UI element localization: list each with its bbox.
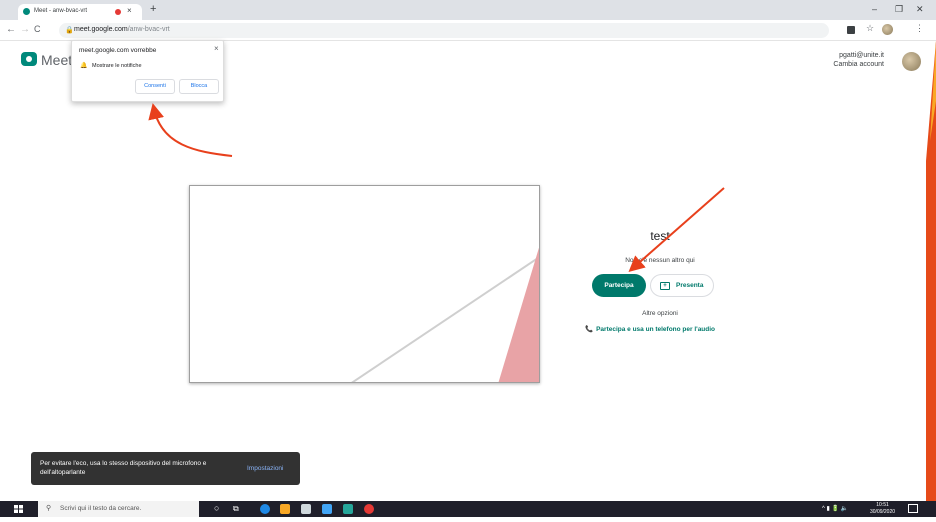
clock-time: 10:51 [876, 502, 889, 508]
bell-icon: 🔔 [80, 63, 88, 69]
browser-toolbar: ← → C 🔒 meet.google.com/anw-bvac-vrt ☆ ⋮ [0, 20, 936, 41]
forward-button[interactable]: → [20, 24, 30, 35]
snackbar-text: Per evitare l'eco, usa lo stesso disposi… [40, 460, 207, 476]
present-label: Presenta [676, 282, 704, 289]
search-icon: ⚲ [46, 505, 52, 512]
close-window-button[interactable]: ✕ [916, 4, 924, 15]
meet-brand: Meet [41, 52, 73, 68]
popup-close-icon[interactable]: × [214, 44, 219, 53]
tab-close-icon[interactable]: × [127, 6, 132, 15]
phone-icon: 📞 [585, 326, 594, 333]
popup-title: meet.google.com vorrebbe [79, 47, 157, 54]
new-tab-button[interactable]: + [150, 3, 156, 15]
allow-button[interactable]: Consenti [135, 79, 175, 94]
file-explorer-icon[interactable] [280, 504, 290, 514]
menu-icon[interactable]: ⋮ [915, 23, 924, 34]
cortana-icon[interactable]: ○ [214, 503, 219, 513]
url-text: meet.google.com/anw-bvac-vrt [74, 26, 170, 33]
star-icon[interactable]: ☆ [866, 23, 874, 34]
more-options-label: Altre opzioni [642, 310, 678, 317]
notification-permission-popup: meet.google.com vorrebbe × 🔔 Mostrare le… [71, 40, 224, 102]
clock-date: 30/09/2020 [870, 509, 896, 515]
arrow-to-join [628, 187, 725, 272]
back-button[interactable]: ← [6, 24, 16, 35]
block-button[interactable]: Blocca [179, 79, 219, 94]
maximize-button[interactable]: ❐ [895, 4, 903, 15]
profile-icon[interactable] [882, 24, 893, 35]
side-decoration [926, 41, 936, 501]
address-bar[interactable]: 🔒 meet.google.com/anw-bvac-vrt [59, 23, 829, 38]
settings-action[interactable]: Impostazioni [247, 465, 284, 472]
video-preview [189, 185, 540, 383]
task-view-icon[interactable]: ⧉ [233, 504, 239, 514]
phone-join-label: Partecipa e usa un telefono per l'audio [596, 326, 716, 333]
phone-join-link[interactable]: 📞 Partecipa e usa un telefono per l'audio [585, 325, 715, 333]
windows-taskbar: ⚲ Scrivi qui il testo da cercare. ○ ⧉ ^ … [0, 501, 936, 517]
preview-background-shapes [351, 247, 539, 382]
chrome-icon[interactable] [364, 504, 374, 514]
present-button[interactable]: + Presenta [650, 274, 714, 297]
windows-icon [14, 505, 23, 513]
edge-icon[interactable] [260, 504, 270, 514]
start-button[interactable] [0, 501, 38, 517]
join-button[interactable]: Partecipa [592, 274, 646, 297]
reload-button[interactable]: C [34, 24, 41, 34]
record-icon[interactable] [847, 26, 855, 34]
meeting-status: Non c'è nessun altro qui [625, 257, 695, 264]
lock-icon: 🔒 [65, 27, 74, 34]
switch-account-link[interactable]: Cambia account [833, 60, 884, 69]
search-placeholder: Scrivi qui il testo da cercare. [60, 505, 142, 512]
tab-title: Meet - anw-bvac-vrt [34, 8, 88, 14]
system-tray-icons[interactable]: ^ ▮ 🔋 🔈 [822, 505, 848, 512]
store-icon[interactable] [301, 504, 311, 514]
present-icon: + [660, 282, 670, 290]
account-email: pgatti@unite.it [839, 52, 884, 59]
meet-logo-icon [21, 52, 37, 66]
minimize-button[interactable]: – [872, 4, 877, 14]
notification-center-icon[interactable] [908, 504, 918, 513]
mail-icon[interactable] [322, 504, 332, 514]
app-icon[interactable] [343, 504, 353, 514]
browser-tab-strip: Meet - anw-bvac-vrt × + – ❐ ✕ [0, 0, 936, 20]
meeting-name: test [650, 229, 670, 243]
avatar[interactable] [902, 52, 921, 71]
taskbar-clock[interactable]: 10:51 30/09/2020 [870, 502, 895, 516]
popup-message: Mostrare le notifiche [92, 63, 142, 69]
taskbar-search[interactable]: ⚲ Scrivi qui il testo da cercare. [38, 501, 199, 517]
arrow-to-allow [148, 103, 233, 157]
recording-dot-icon [115, 9, 121, 15]
browser-tab[interactable]: Meet - anw-bvac-vrt × [18, 4, 142, 20]
account-info: pgatti@unite.it Cambia account [833, 51, 884, 69]
echo-snackbar: Per evitare l'eco, usa lo stesso disposi… [31, 452, 300, 485]
meet-favicon-icon [23, 8, 30, 15]
